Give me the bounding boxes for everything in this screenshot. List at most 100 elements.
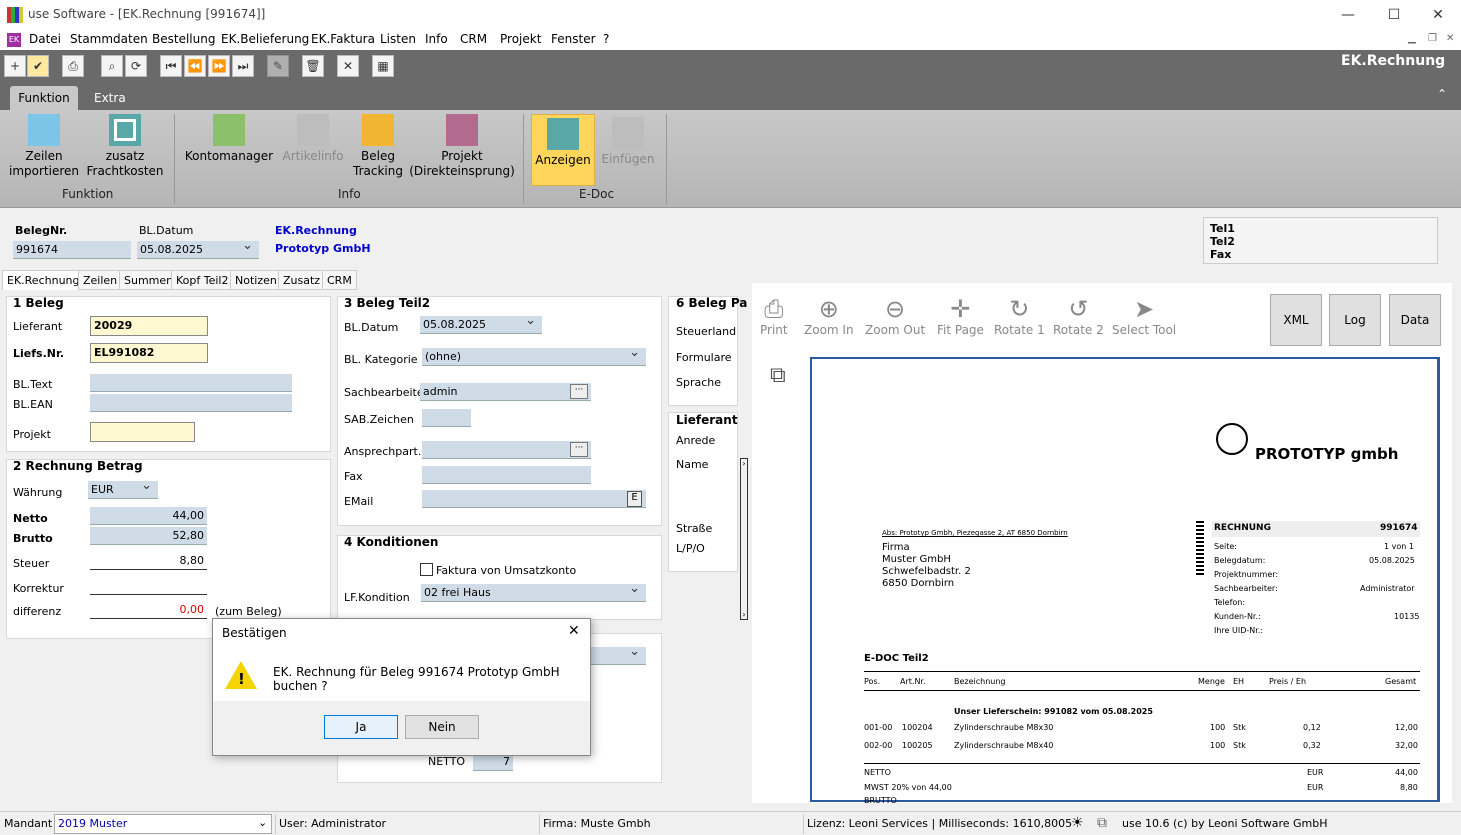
previous-record-icon[interactable]: ⏪ [184,55,206,77]
tab-zusatz[interactable]: Zusatz [278,270,326,290]
faktura-checkbox[interactable] [420,563,433,576]
meta-uid-label: Ihre UID-Nr.: [1214,626,1264,635]
print-icon[interactable]: ⎙ [62,55,84,77]
menu-crm[interactable]: CRM [460,32,487,46]
copy-pages-icon[interactable]: ⧉ [770,363,786,388]
beleg-tracking-button[interactable]: Beleg Tracking [352,114,404,179]
mdi-minimize-icon[interactable]: ▁ [1408,33,1416,44]
tab-kopf-teil2[interactable]: Kopf Teil2 [171,270,234,290]
kategorie-select[interactable]: (ohne) [422,348,646,366]
xml-button[interactable]: XML [1270,294,1322,346]
tab-zeilen[interactable]: Zeilen [78,270,123,290]
korrektur-field[interactable] [90,577,207,595]
splitter-handle[interactable]: › › [740,458,748,620]
menu-ek-belieferung[interactable]: EK.Belieferung [221,32,309,46]
einfuegen-button[interactable]: Einfügen [600,114,656,167]
status-separator [539,814,540,834]
zeilen-importieren-button[interactable]: Zeilen importieren [8,114,80,179]
yes-button[interactable]: Ja [324,715,398,739]
maximize-button[interactable]: ☐ [1371,0,1417,30]
dialog-close-icon[interactable]: ✕ [568,623,580,639]
fax-field[interactable] [422,466,591,484]
menu-ek-faktura[interactable]: EK.Faktura [311,32,375,46]
next-record-icon[interactable]: ⏩ [208,55,230,77]
confirm-icon[interactable]: ✔ [27,55,49,77]
print-button[interactable]: ⎙ Print [760,295,788,337]
mandant-select[interactable]: 2019 Muster [54,814,272,834]
email-field[interactable] [422,490,646,508]
steuer-field[interactable]: 8,80 [90,552,207,570]
mdi-restore-icon[interactable]: ❐ [1428,33,1437,44]
close-button[interactable]: ✕ [1415,0,1461,30]
menu-listen[interactable]: Listen [380,32,416,46]
teil2-bldatum-field[interactable]: 05.08.2025 [420,316,542,334]
menu-help[interactable]: ? [603,32,609,46]
waehrung-select[interactable]: EUR [88,481,158,499]
netto-field[interactable]: 44,00 [90,507,207,525]
collapse-ribbon-icon[interactable]: ⌃ [1437,87,1447,101]
select-tool-button[interactable]: ➤ Select Tool [1112,295,1176,337]
brutto-field[interactable]: 52,80 [90,527,207,545]
grid-icon[interactable]: ▦ [372,55,394,77]
menu-stammdaten[interactable]: Stammdaten [70,32,148,46]
rotate2-button[interactable]: ↺ Rotate 2 [1053,295,1104,337]
bldatum-field[interactable]: 05.08.2025 [137,241,259,259]
sun-icon[interactable]: ☀ [1071,815,1084,831]
bltext-field[interactable] [90,374,292,392]
doc-type-link[interactable]: EK.Rechnung [275,224,357,237]
lf-kondition-select[interactable]: 02 frei Haus [421,584,646,602]
blean-field[interactable] [90,394,292,412]
last-record-icon[interactable]: ⏭ [232,55,254,77]
tab-summen[interactable]: Summen [119,270,179,290]
zoom-out-button[interactable]: ⊖ Zoom Out [865,295,925,337]
no-button[interactable]: Nein [405,715,479,739]
mdi-close-icon[interactable]: ✕ [1446,33,1454,44]
menu-projekt[interactable]: Projekt [500,32,541,46]
search-icon[interactable]: ⌕ [101,55,123,77]
zoom-in-button[interactable]: ⊕ Zoom In [804,295,854,337]
anzeigen-button[interactable]: Anzeigen [531,114,595,186]
menu-datei[interactable]: Datei [29,32,61,46]
refresh-icon[interactable]: ⟳ [125,55,147,77]
zusatz-frachtkosten-button[interactable]: zusatz Frachtkosten [86,114,164,179]
address-line-4: 6850 Dornbirn [882,578,955,589]
mandant-chevron-down-icon[interactable]: ⌄ [258,816,267,829]
ansprechpartner-lookup-button[interactable]: ··· [570,442,588,457]
delete-icon[interactable]: 🗑 [302,55,324,77]
rotate1-button[interactable]: ↻ Rotate 1 [994,295,1045,337]
tab-extra[interactable]: Extra [94,91,126,105]
select-tool-label: Select Tool [1112,323,1177,337]
first-record-icon[interactable]: ⏮ [160,55,182,77]
artikelinfo-button[interactable]: Artikelinfo [283,114,343,164]
cancel-icon[interactable]: ✕ [337,55,359,77]
liefsnr-field[interactable]: EL991082 [90,343,208,363]
menu-info[interactable]: Info [425,32,448,46]
sab-zeichen-field[interactable] [422,409,471,427]
tab-ek-rechnung[interactable]: EK.Rechnung [2,270,85,290]
belegnr-field[interactable]: 991674 [13,241,131,259]
fit-page-button[interactable]: ✛ Fit Page [937,295,984,337]
edit-icon[interactable]: ✎ [267,55,289,77]
lieferant-field[interactable]: 20029 [90,316,208,336]
network-icon[interactable]: ⧉ [1097,815,1107,831]
log-button[interactable]: Log [1329,294,1381,346]
sachbearbeiter-lookup-button[interactable]: ··· [570,384,588,399]
menu-fenster[interactable]: Fenster [551,32,596,46]
company-link[interactable]: Prototyp GmbH [275,242,371,255]
minimize-button[interactable]: — [1325,0,1371,30]
ribbon-separator [666,114,667,204]
account-manager-icon [213,114,245,146]
email-send-button[interactable]: E [627,491,642,507]
data-button[interactable]: Data [1389,294,1441,346]
projekt-direkteinsprung-button[interactable]: Projekt (Direkteinsprung) [409,114,515,179]
tab-crm[interactable]: CRM [322,270,357,290]
kontomanager-button[interactable]: Kontomanager [185,114,273,164]
add-icon[interactable]: + [4,55,26,77]
name-label: Name [676,458,709,471]
ansprechpartner-field[interactable] [422,441,591,459]
menu-bestellung[interactable]: Bestellung [152,32,215,46]
projekt-field[interactable] [90,422,195,442]
tab-funktion[interactable]: Funktion [10,86,78,110]
tab-notizen[interactable]: Notizen [230,270,282,290]
sachbearbeiter-field[interactable]: admin [420,383,591,401]
